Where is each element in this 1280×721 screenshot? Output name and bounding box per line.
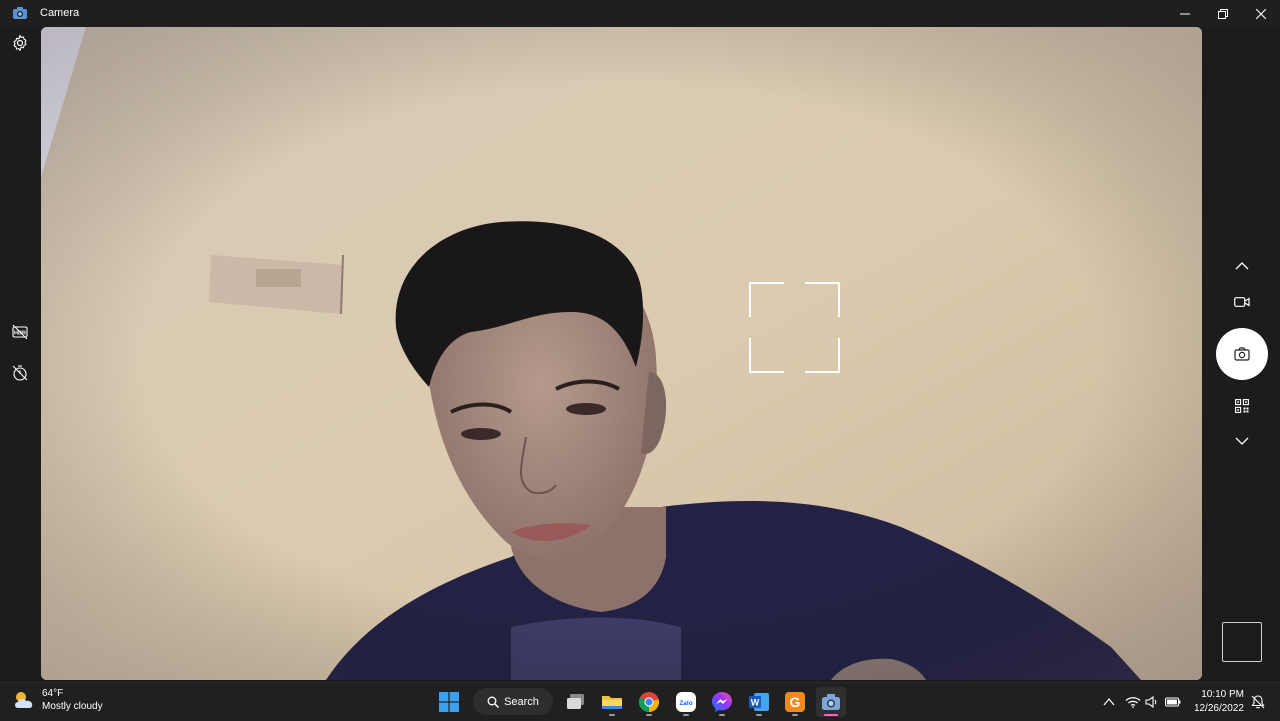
search-icon [487, 696, 500, 708]
clock-date: 12/26/2022 [1193, 703, 1244, 714]
word-icon[interactable]: W [744, 687, 774, 717]
chevron-down-icon[interactable] [1229, 428, 1255, 454]
battery-icon[interactable] [1164, 693, 1182, 711]
svg-text:G: G [790, 694, 801, 710]
title-bar: Camera [0, 0, 1280, 27]
zalo-icon[interactable]: Zalo [671, 687, 701, 717]
last-capture-thumbnail[interactable] [1222, 622, 1262, 662]
notification-icon[interactable] [1249, 693, 1267, 711]
chevron-up-icon[interactable] [1229, 253, 1255, 279]
qr-code-icon[interactable] [1229, 393, 1255, 419]
messenger-icon[interactable] [707, 687, 737, 717]
video-mode-icon[interactable] [1229, 289, 1255, 315]
camera-preview[interactable] [41, 27, 1202, 680]
wifi-icon[interactable] [1124, 693, 1142, 711]
taskbar-search[interactable]: Search [473, 688, 553, 715]
cloudy-weather-icon [15, 692, 33, 708]
focus-frame-icon [749, 282, 840, 373]
weather-temp: 64°F [42, 688, 64, 699]
volume-icon[interactable] [1143, 693, 1161, 711]
gear-icon[interactable] [11, 34, 29, 52]
windows-start-icon[interactable] [434, 687, 464, 717]
weather-widget[interactable]: 64°F Mostly cloudy [12, 687, 103, 713]
file-explorer-icon[interactable] [597, 687, 627, 717]
photo-mode-icon[interactable] [1216, 328, 1268, 380]
left-toolbar: HDR [0, 27, 40, 682]
window-title: Camera [40, 7, 80, 19]
camera-icon[interactable] [816, 687, 846, 717]
hdr-off-icon[interactable]: HDR [11, 323, 29, 341]
task-view-icon[interactable] [561, 687, 591, 717]
taskbar: 64°F Mostly cloudy Search Zalo W G 10:10… [0, 682, 1280, 721]
camera-feed-image [41, 27, 1202, 680]
camera-app-icon [13, 7, 27, 19]
svg-text:Zalo: Zalo [679, 700, 692, 707]
chevron-up-tray-icon[interactable] [1100, 693, 1118, 711]
search-label: Search [504, 695, 539, 708]
minimize-button[interactable] [1166, 0, 1204, 27]
restore-button[interactable] [1204, 0, 1242, 27]
system-clock[interactable]: 10:10 PM 12/26/2022 [1192, 688, 1244, 716]
close-button[interactable] [1242, 0, 1280, 27]
timer-off-icon[interactable] [11, 364, 29, 382]
weather-condition: Mostly cloudy [42, 701, 103, 712]
clock-time: 10:10 PM [1201, 689, 1244, 700]
chrome-icon[interactable] [634, 687, 664, 717]
app-g-icon[interactable]: G [780, 687, 810, 717]
svg-text:W: W [751, 698, 760, 708]
